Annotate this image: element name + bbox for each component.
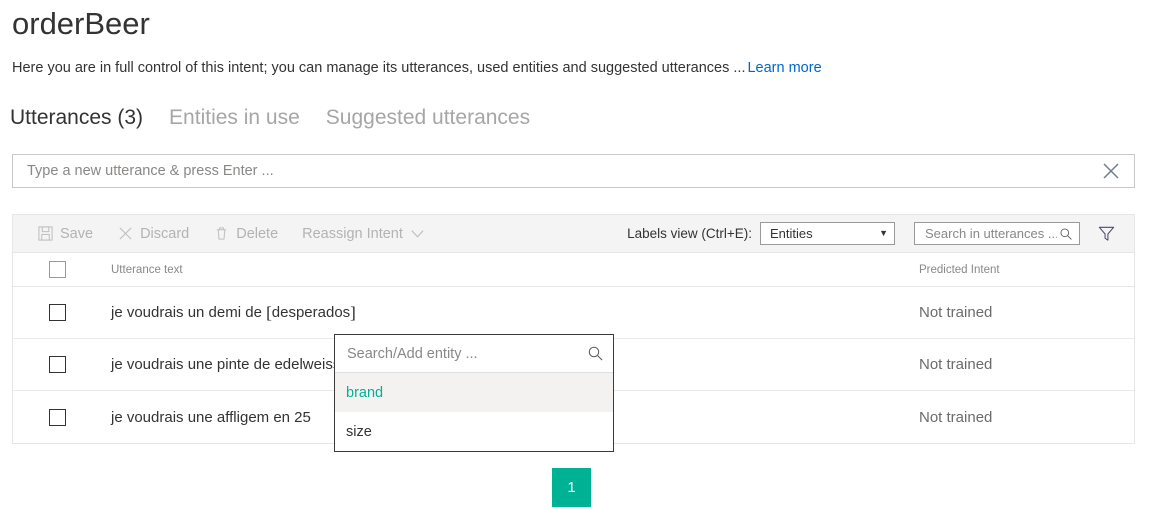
entity-search-box [335, 335, 613, 373]
column-header-utterance-text: Utterance text [101, 264, 919, 276]
entity-option-brand[interactable]: brand [335, 373, 613, 412]
select-all-checkbox[interactable] [49, 261, 66, 278]
page-title: orderBeer [12, 2, 150, 46]
utterance-text[interactable]: je voudrais un demi de [desperados] [101, 304, 919, 321]
search-icon[interactable] [587, 345, 604, 362]
filter-icon[interactable] [1088, 219, 1124, 249]
labels-view-value: Entities [770, 226, 879, 241]
close-icon [117, 226, 133, 242]
row-select-cell [13, 304, 101, 321]
trash-icon [213, 226, 229, 242]
page-description: Here you are in full control of this int… [12, 58, 822, 78]
predicted-intent: Not trained [919, 356, 1134, 373]
entity-search-input[interactable] [345, 345, 587, 363]
row-select-cell [13, 356, 101, 373]
predicted-intent: Not trained [919, 304, 1134, 321]
chevron-down-icon [410, 226, 426, 242]
page-description-text: Here you are in full control of this int… [12, 60, 745, 76]
discard-button-label: Discard [140, 226, 189, 242]
delete-button-label: Delete [236, 226, 278, 242]
entity-picker-popup: brand size [334, 334, 614, 452]
reassign-intent-button[interactable]: Reassign Intent [302, 226, 426, 242]
table-header-row: Utterance text Predicted Intent [13, 253, 1134, 287]
utterances-command-bar: Save Discard Delete Reassign Intent [13, 215, 1134, 253]
new-utterance-bar [12, 154, 1135, 188]
table-row[interactable]: je voudrais un demi de [desperados] Not … [13, 287, 1134, 339]
utterance-text-plain: je voudrais un demi de [111, 304, 266, 321]
select-all-cell [13, 261, 101, 278]
utterance-search-box [914, 222, 1080, 245]
discard-button[interactable]: Discard [117, 226, 189, 242]
column-header-predicted-intent: Predicted Intent [919, 264, 1134, 276]
tab-entities-in-use[interactable]: Entities in use [169, 103, 300, 133]
tab-suggested-utterances[interactable]: Suggested utterances [326, 103, 530, 133]
save-button[interactable]: Save [37, 226, 93, 242]
search-input[interactable] [923, 225, 1059, 242]
labels-view-select[interactable]: Entities ▼ [760, 222, 895, 245]
tab-bar: Utterances (3) Entities in use Suggested… [10, 103, 530, 133]
search-icon[interactable] [1059, 227, 1073, 241]
reassign-intent-label: Reassign Intent [302, 226, 403, 242]
learn-more-link[interactable]: Learn more [747, 60, 821, 76]
predicted-intent: Not trained [919, 409, 1134, 426]
labels-view-label: Labels view (Ctrl+E): [627, 226, 752, 241]
row-checkbox[interactable] [49, 356, 66, 373]
tab-utterances[interactable]: Utterances (3) [10, 103, 143, 133]
chevron-down-icon: ▼ [879, 229, 888, 238]
pagination-page-1[interactable]: 1 [552, 468, 591, 507]
row-checkbox[interactable] [49, 409, 66, 426]
row-select-cell [13, 409, 101, 426]
save-icon [37, 226, 53, 242]
save-button-label: Save [60, 226, 93, 242]
entity-option-size[interactable]: size [335, 412, 613, 451]
row-checkbox[interactable] [49, 304, 66, 321]
entity-token[interactable]: desperados [272, 304, 350, 321]
delete-button[interactable]: Delete [213, 226, 278, 242]
new-utterance-input[interactable] [13, 155, 1088, 187]
entity-bracket-close: ] [350, 303, 356, 322]
close-icon[interactable] [1088, 155, 1134, 187]
